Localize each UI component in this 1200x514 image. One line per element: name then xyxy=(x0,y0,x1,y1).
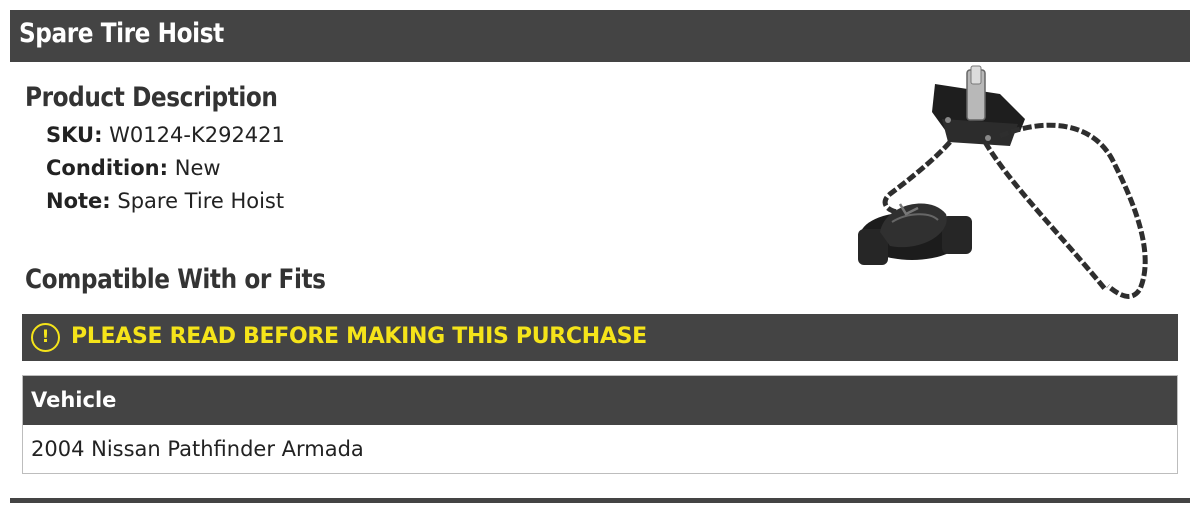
hoist-bracket xyxy=(932,65,1025,146)
note-label: Note: xyxy=(46,189,111,213)
condition-label: Condition: xyxy=(46,156,169,180)
product-description-heading: Product Description xyxy=(25,82,278,113)
title-bar: Spare Tire Hoist xyxy=(10,10,1190,62)
table-row: 2004 Nissan Pathfinder Armada xyxy=(31,437,364,461)
vehicle-column-header: Vehicle xyxy=(23,376,1177,425)
tire-cradle xyxy=(858,203,972,265)
condition-row: Condition: New xyxy=(46,156,221,180)
vehicle-table: Vehicle 2004 Nissan Pathfinder Armada xyxy=(22,375,1178,474)
note-row: Note: Spare Tire Hoist xyxy=(46,189,284,213)
purchase-warning-text: PLEASE READ BEFORE MAKING THIS PURCHASE xyxy=(71,324,647,349)
note-value: Spare Tire Hoist xyxy=(117,189,285,213)
condition-value: New xyxy=(174,156,221,180)
footer-divider xyxy=(10,498,1190,503)
sku-row: SKU: W0124-K292421 xyxy=(46,123,285,147)
product-image xyxy=(858,65,1148,299)
page-title: Spare Tire Hoist xyxy=(19,18,224,49)
vehicle-column-label: Vehicle xyxy=(31,388,117,412)
compatibility-heading: Compatible With or Fits xyxy=(25,264,326,295)
sku-value: W0124-K292421 xyxy=(109,123,285,147)
exclamation-circle-icon: ! xyxy=(31,323,60,352)
sku-label: SKU: xyxy=(46,123,103,147)
purchase-warning-bar: ! PLEASE READ BEFORE MAKING THIS PURCHAS… xyxy=(22,314,1178,361)
